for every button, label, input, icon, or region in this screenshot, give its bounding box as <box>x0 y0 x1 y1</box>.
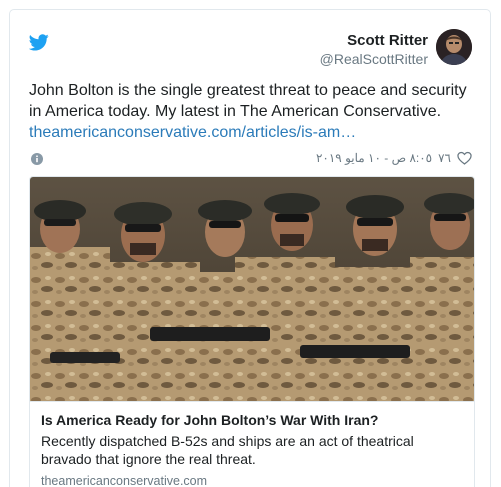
tweet-body: John Bolton is the single greatest threa… <box>29 82 467 120</box>
link-card-domain: theamericanconservative.com <box>41 474 208 487</box>
link-card-title[interactable]: Is America Ready for John Bolton’s War W… <box>41 411 465 429</box>
heart-icon[interactable] <box>457 151 472 165</box>
avatar[interactable] <box>436 29 472 65</box>
avatar-image <box>436 29 472 65</box>
info-icon[interactable] <box>31 153 43 165</box>
tweet-text: John Bolton is the single greatest threa… <box>29 80 479 143</box>
tweet-author[interactable]: Scott Ritter @RealScottRitter <box>320 31 428 68</box>
twitter-bird-icon[interactable] <box>29 34 49 51</box>
link-card-body[interactable]: Is America Ready for John Bolton’s War W… <box>30 401 474 487</box>
tweet-link[interactable]: theamericanconservative.com/articles/is-… <box>29 122 479 143</box>
like-count[interactable]: ٧٦ <box>438 151 451 165</box>
author-handle[interactable]: @RealScottRitter <box>320 50 428 68</box>
link-card-description: Recently dispatched B-52s and ships are … <box>41 433 414 467</box>
article-image <box>30 177 474 401</box>
embedded-tweet: Scott Ritter @RealScottRitter John Bolto… <box>9 9 491 487</box>
link-card[interactable]: Is America Ready for John Bolton’s War W… <box>29 176 475 487</box>
tweet-actions: ٧٦ ٨:٠٥ ص - ١٠ مايو ٢٠١٩ <box>316 151 472 165</box>
tweet-meta: ٧٦ ٨:٠٥ ص - ١٠ مايو ٢٠١٩ <box>29 151 472 169</box>
tweet-timestamp[interactable]: ٨:٠٥ ص - ١٠ مايو ٢٠١٩ <box>316 151 432 165</box>
author-name[interactable]: Scott Ritter <box>320 31 428 50</box>
